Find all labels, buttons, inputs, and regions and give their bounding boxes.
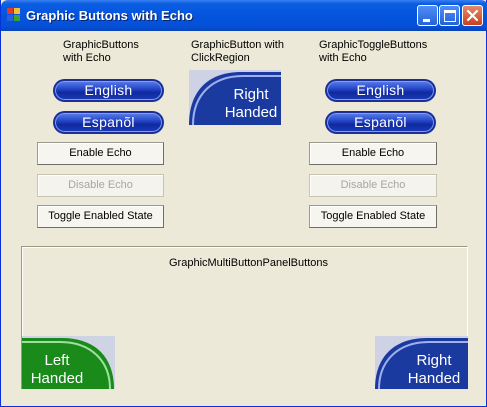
right-handed-label: Right Handed (224, 86, 278, 121)
title-bar[interactable]: Graphic Buttons with Echo (1, 0, 487, 31)
left-handed-label: Left Handed (30, 352, 84, 387)
graphictogglebuttons-heading: GraphicToggleButtons with Echo (319, 39, 428, 64)
close-icon (466, 9, 479, 22)
right-handed-panel-label: Right Handed (407, 352, 461, 387)
maximize-button[interactable] (439, 5, 460, 26)
toggle-toggle-enabled-state-button[interactable]: Toggle Enabled State (309, 205, 437, 228)
spanish-button[interactable]: Espanõl (53, 111, 164, 134)
english-toggle-button[interactable]: English (325, 79, 436, 102)
panel-title: GraphicMultiButtonPanelButtons (169, 257, 328, 269)
toggle-disable-echo-button[interactable]: Disable Echo (309, 174, 437, 197)
minimize-button[interactable] (417, 5, 438, 26)
maximize-icon (444, 10, 456, 22)
close-button[interactable] (462, 5, 483, 26)
graphicbuttons-heading: GraphicButtons with Echo (63, 39, 139, 64)
toggle-enable-echo-button[interactable]: Enable Echo (309, 142, 437, 165)
app-icon (7, 8, 21, 22)
disable-echo-button[interactable]: Disable Echo (37, 174, 164, 197)
right-handed-panel-button[interactable]: Right Handed (375, 336, 468, 389)
toggle-enabled-state-button[interactable]: Toggle Enabled State (37, 205, 164, 228)
multi-button-panel: GraphicMultiButtonPanelButtons Left Hand… (21, 246, 468, 389)
clickregion-heading: GraphicButton with ClickRegion (191, 39, 284, 64)
enable-echo-button[interactable]: Enable Echo (37, 142, 164, 165)
english-button[interactable]: English (53, 79, 164, 102)
main-window: Graphic Buttons with Echo GraphicButtons… (0, 0, 487, 407)
left-handed-button[interactable]: Left Handed (22, 336, 115, 389)
spanish-toggle-button[interactable]: Espanõl (325, 111, 436, 134)
minimize-icon (423, 19, 430, 22)
right-handed-clickregion-button[interactable]: Right Handed (189, 70, 281, 125)
window-title: Graphic Buttons with Echo (26, 8, 193, 23)
